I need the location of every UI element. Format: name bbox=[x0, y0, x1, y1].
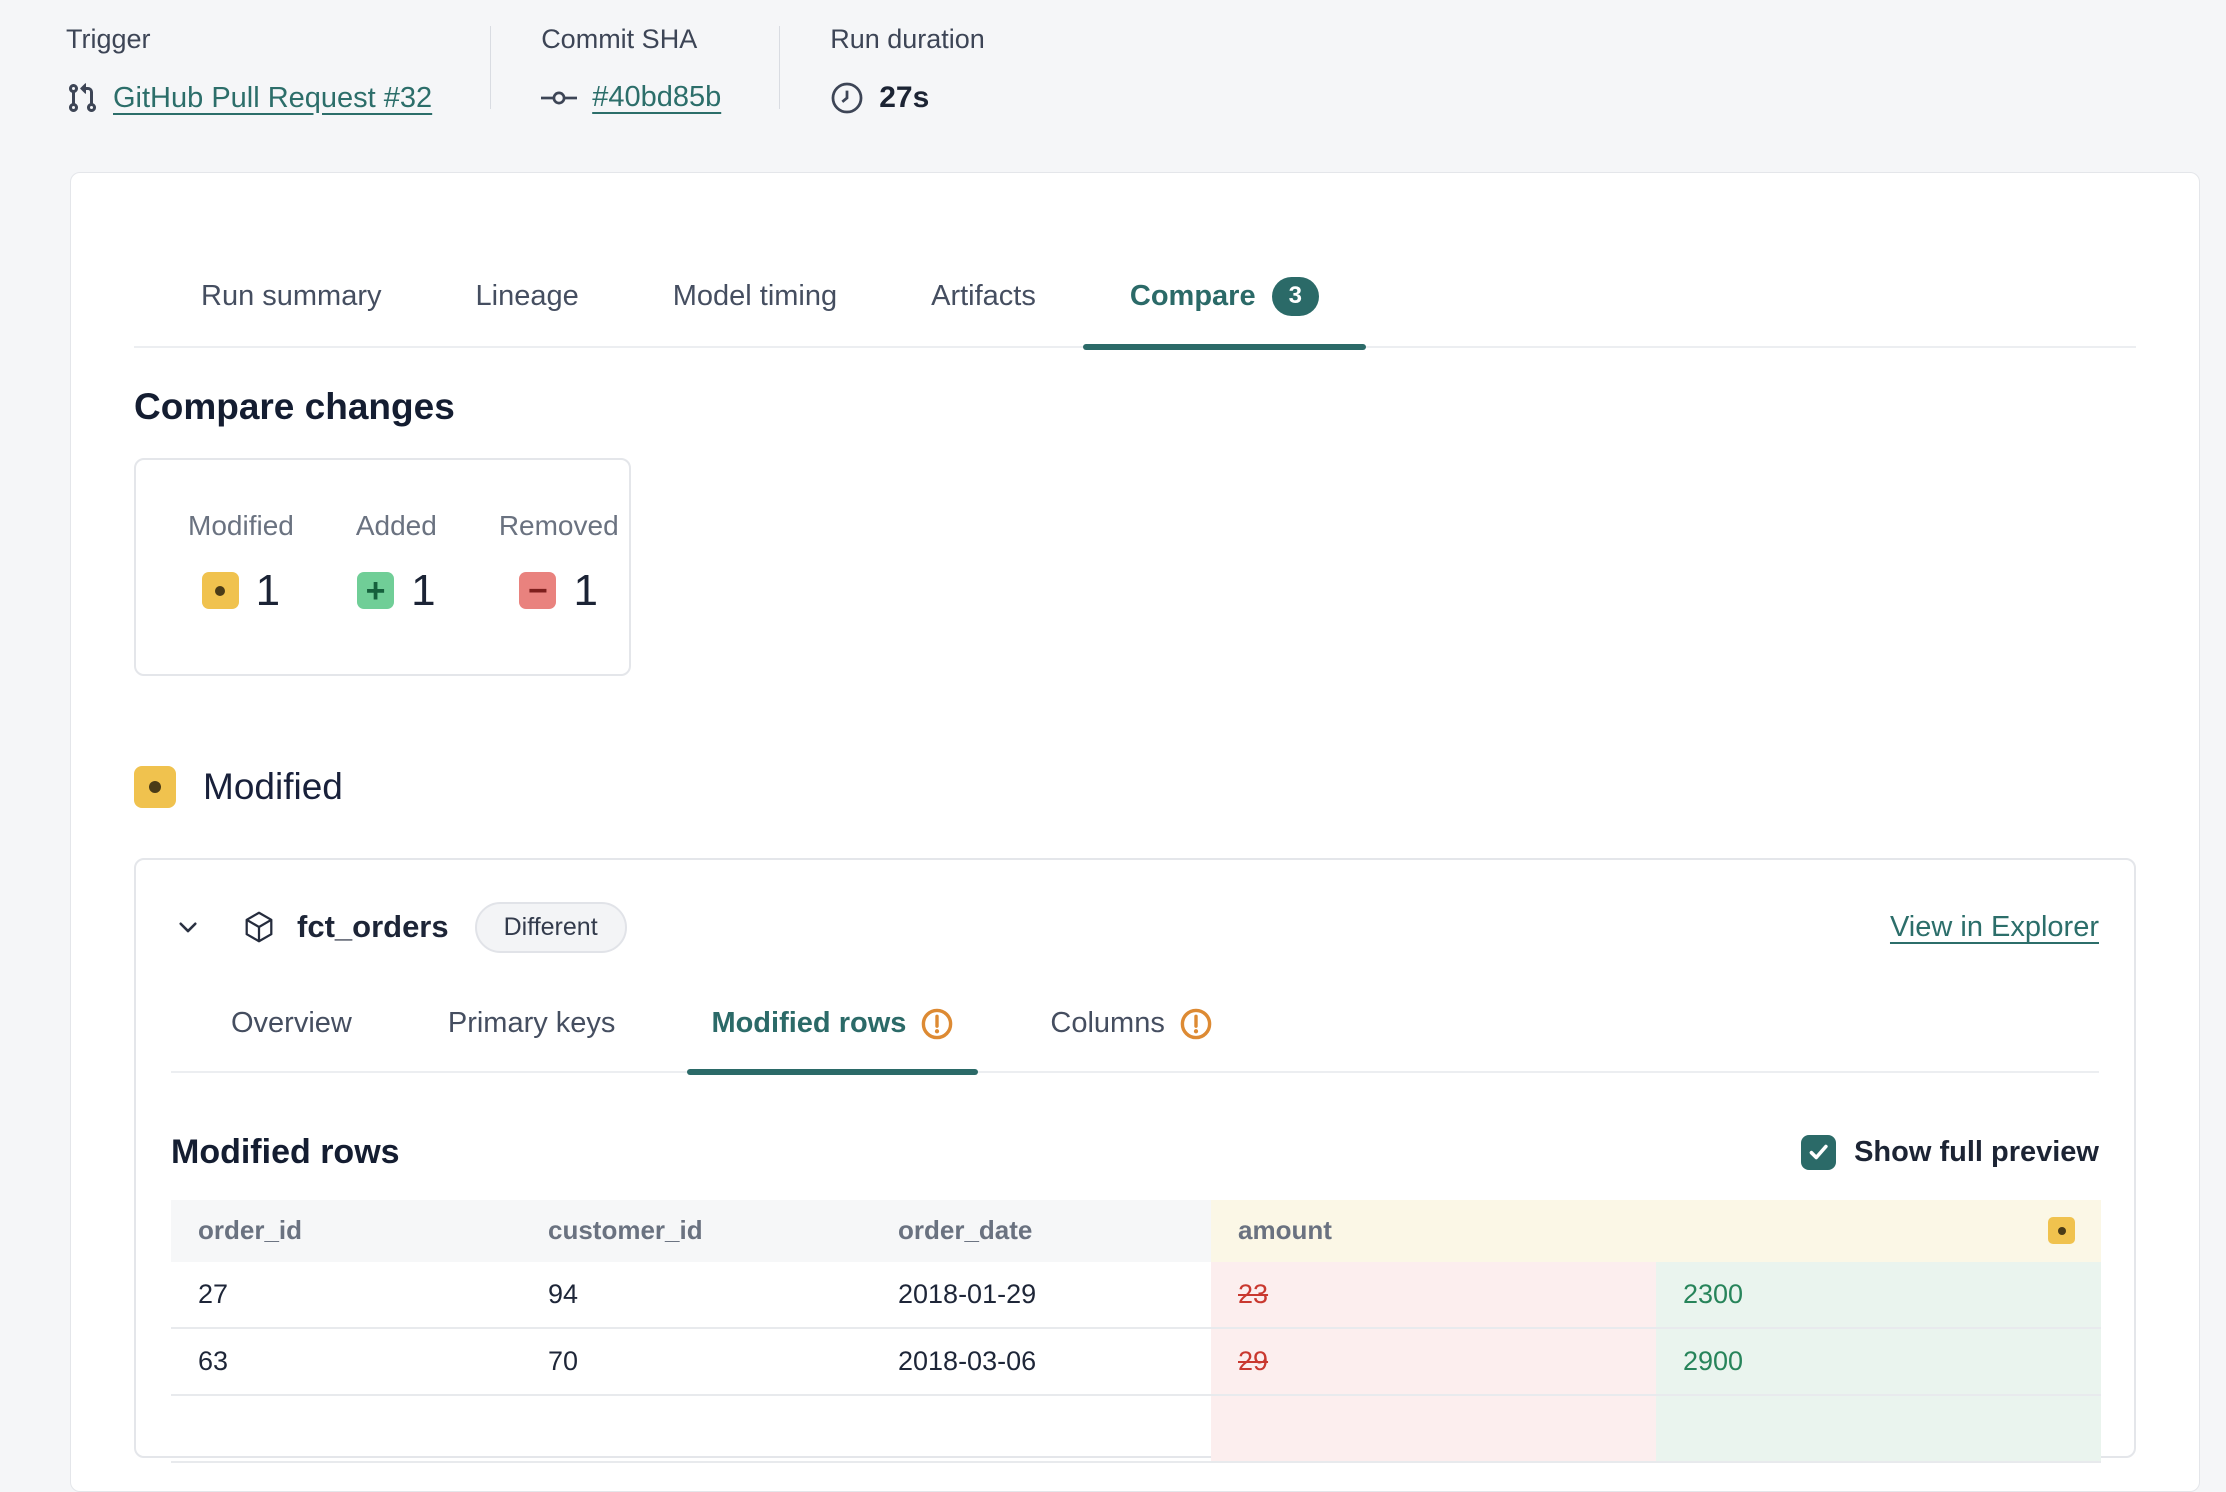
compare-count-badge: 3 bbox=[1272, 277, 1319, 316]
table-cell-new-value bbox=[1656, 1396, 2101, 1463]
duration-value: 27s bbox=[879, 81, 929, 115]
status-badge: Different bbox=[475, 902, 627, 953]
modified-icon bbox=[134, 766, 176, 808]
warning-icon bbox=[1179, 1007, 1213, 1041]
table-cell: 94 bbox=[521, 1262, 871, 1329]
model-tabs: Overview Primary keys Modified rows Colu… bbox=[171, 1007, 2099, 1073]
duration-label: Run duration bbox=[830, 24, 985, 55]
table-cell-new-value: 2300 bbox=[1656, 1262, 2101, 1329]
table-cell-old-value: 23 bbox=[1211, 1262, 1656, 1329]
modified-rows-title: Modified rows bbox=[171, 1133, 400, 1172]
commit-icon bbox=[541, 86, 577, 110]
table-cell: 63 bbox=[171, 1329, 521, 1396]
chevron-down-icon[interactable] bbox=[173, 912, 203, 942]
added-icon: + bbox=[357, 572, 394, 609]
change-summary-card: Modified 1 Added + 1 Removed − 1 bbox=[134, 458, 631, 676]
run-info-bar: Trigger GitHub Pull Request #32 Commit S… bbox=[0, 0, 2226, 115]
table-cell-old-value: 29 bbox=[1211, 1329, 1656, 1396]
tab-primary-keys[interactable]: Primary keys bbox=[448, 1007, 616, 1071]
column-header: order_id bbox=[171, 1200, 521, 1262]
tab-run-summary[interactable]: Run summary bbox=[154, 277, 429, 346]
tab-columns[interactable]: Columns bbox=[1050, 1007, 1212, 1071]
table-cell bbox=[521, 1396, 871, 1463]
modified-icon bbox=[202, 572, 239, 609]
show-full-preview-toggle[interactable]: Show full preview bbox=[1801, 1135, 2099, 1170]
model-name: fct_orders bbox=[297, 909, 449, 945]
tab-lineage[interactable]: Lineage bbox=[429, 277, 626, 346]
column-header-amount: amount bbox=[1211, 1200, 2101, 1262]
stat-added: Added + 1 bbox=[356, 510, 437, 616]
tab-artifacts[interactable]: Artifacts bbox=[884, 277, 1083, 346]
duration-group: Run duration 27s bbox=[830, 24, 985, 115]
stat-modified: Modified 1 bbox=[188, 510, 294, 616]
table-cell bbox=[871, 1396, 1211, 1463]
table-cell: 2018-01-29 bbox=[871, 1262, 1211, 1329]
column-header: customer_id bbox=[521, 1200, 871, 1262]
preview-label: Show full preview bbox=[1854, 1136, 2099, 1169]
table-cell bbox=[171, 1396, 521, 1463]
tab-modified-rows[interactable]: Modified rows bbox=[711, 1007, 954, 1071]
modified-rows-table: order_id customer_id order_date amount 2… bbox=[171, 1200, 2099, 1463]
page-title: Compare changes bbox=[134, 386, 2136, 428]
trigger-group: Trigger GitHub Pull Request #32 bbox=[66, 24, 432, 115]
divider bbox=[490, 26, 491, 109]
clock-icon bbox=[830, 81, 864, 115]
stat-removed: Removed − 1 bbox=[499, 510, 619, 616]
trigger-label: Trigger bbox=[66, 24, 432, 55]
pull-request-icon bbox=[66, 81, 98, 115]
removed-icon: − bbox=[519, 572, 556, 609]
model-cube-icon bbox=[241, 908, 277, 946]
table-cell-new-value: 2900 bbox=[1656, 1329, 2101, 1396]
run-detail-panel: Run summary Lineage Model timing Artifac… bbox=[70, 172, 2200, 1492]
trigger-link[interactable]: GitHub Pull Request #32 bbox=[113, 82, 432, 115]
view-in-explorer-link[interactable]: View in Explorer bbox=[1890, 911, 2099, 944]
run-tabs: Run summary Lineage Model timing Artifac… bbox=[134, 277, 2136, 348]
table-cell: 70 bbox=[521, 1329, 871, 1396]
column-header: order_date bbox=[871, 1200, 1211, 1262]
commit-sha-link[interactable]: #40bd85b bbox=[592, 81, 721, 114]
model-card-fct-orders: fct_orders Different View in Explorer Ov… bbox=[134, 858, 2136, 1458]
table-cell: 27 bbox=[171, 1262, 521, 1329]
tab-model-timing[interactable]: Model timing bbox=[626, 277, 884, 346]
table-cell: 2018-03-06 bbox=[871, 1329, 1211, 1396]
warning-icon bbox=[920, 1007, 954, 1041]
divider bbox=[779, 26, 780, 109]
commit-group: Commit SHA #40bd85b bbox=[541, 24, 721, 115]
modified-column-icon bbox=[2048, 1217, 2075, 1244]
checkbox-checked-icon[interactable] bbox=[1801, 1135, 1836, 1170]
table-cell-old-value bbox=[1211, 1396, 1656, 1463]
tab-compare[interactable]: Compare 3 bbox=[1083, 277, 1366, 346]
commit-label: Commit SHA bbox=[541, 24, 721, 55]
modified-section-header: Modified bbox=[134, 766, 2136, 808]
tab-overview[interactable]: Overview bbox=[231, 1007, 352, 1071]
